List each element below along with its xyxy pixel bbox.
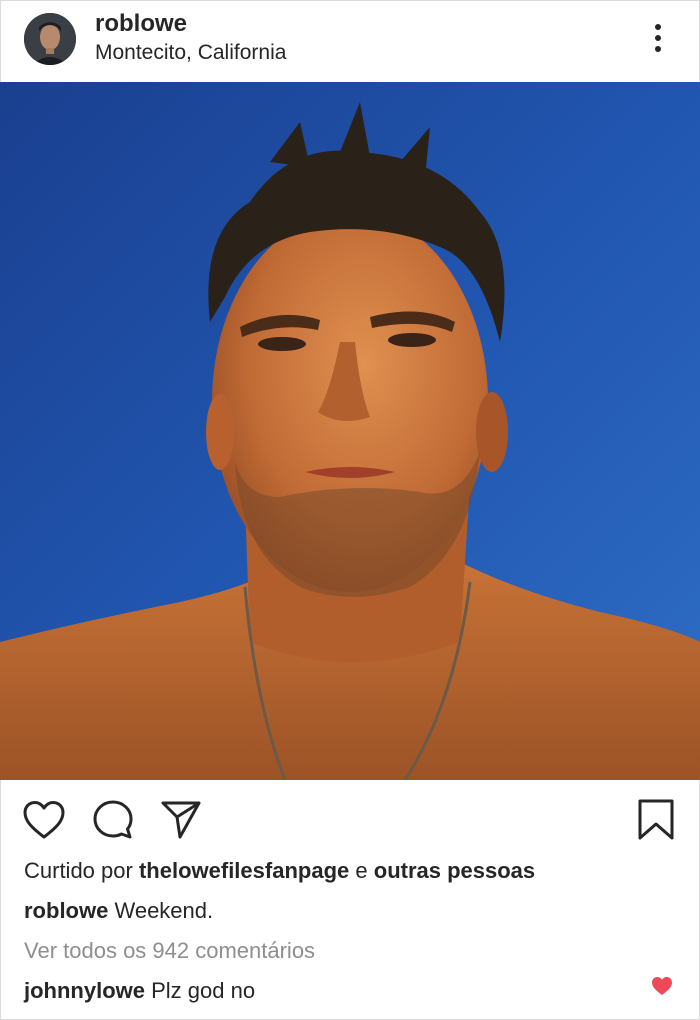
comment-username[interactable]: johnnylowe bbox=[24, 978, 145, 1003]
comment-item: johnnylowe Plz god no bbox=[24, 978, 255, 1004]
paper-plane-icon[interactable] bbox=[160, 799, 202, 846]
caption-text: Weekend. bbox=[114, 898, 214, 923]
comment-like-heart-icon[interactable] bbox=[651, 976, 673, 996]
bookmark-icon[interactable] bbox=[636, 798, 676, 847]
likes-others-link[interactable]: outras pessoas bbox=[374, 858, 535, 883]
likes-user-link[interactable]: thelowefilesfanpage bbox=[139, 858, 349, 883]
post-header: roblowe Montecito, California bbox=[0, 0, 700, 82]
comment-icon[interactable] bbox=[92, 799, 134, 846]
likes-prefix: Curtido por bbox=[24, 858, 133, 883]
post-caption: roblowe Weekend. bbox=[24, 898, 213, 924]
likes-joiner: e bbox=[355, 858, 368, 883]
avatar[interactable] bbox=[24, 13, 76, 65]
likes-line: Curtido por thelowefilesfanpage e outras… bbox=[24, 858, 535, 884]
post-username[interactable]: roblowe bbox=[95, 10, 187, 38]
comment-text: Plz god no bbox=[151, 978, 256, 1003]
caption-username[interactable]: roblowe bbox=[24, 898, 108, 923]
action-bar bbox=[0, 780, 700, 850]
post-location[interactable]: Montecito, California bbox=[95, 41, 286, 65]
heart-icon[interactable] bbox=[22, 800, 66, 845]
more-vertical-icon[interactable] bbox=[646, 22, 670, 56]
post-photo[interactable] bbox=[0, 82, 700, 780]
view-all-comments-link[interactable]: Ver todos os 942 comentários bbox=[24, 938, 315, 964]
